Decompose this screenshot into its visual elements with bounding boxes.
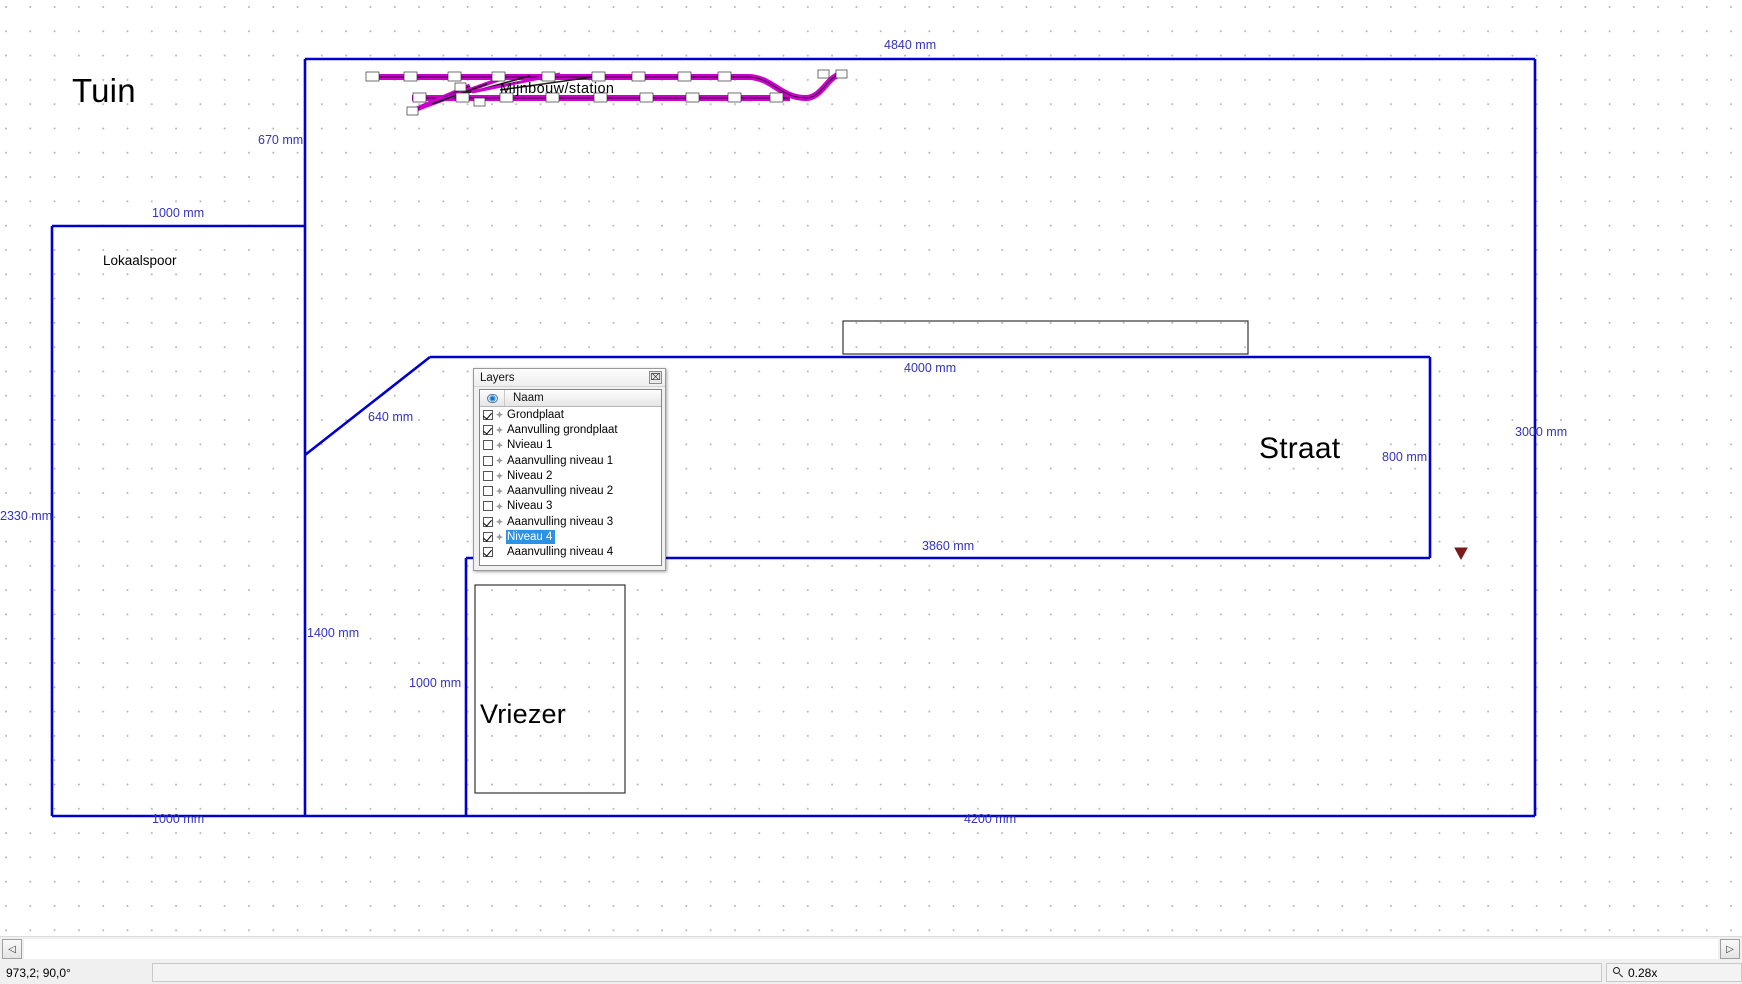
visibility-column-header[interactable] [480, 390, 505, 406]
dimension-3000: 3000 mm [1515, 425, 1568, 439]
layer-visibility-checkbox[interactable] [483, 455, 493, 466]
dimension-2330: 2330 mm [0, 509, 53, 523]
layer-marker-icon [496, 411, 503, 419]
layers-panel[interactable]: Layers ⌧ Naam Grondplaat Aanvulling grond… [473, 368, 666, 571]
magnifier-icon [1613, 967, 1624, 978]
layer-visibility-checkbox[interactable] [483, 409, 493, 420]
status-coordinates: 973,2; 90,0° [6, 965, 71, 980]
layers-list-container[interactable]: Naam Grondplaat Aanvulling grondplaat Nvie… [479, 389, 662, 566]
dimension-4840: 4840 mm [884, 38, 937, 52]
layer-name-label: Aaanvulling niveau 1 [507, 454, 614, 467]
status-bar: 973,2; 90,0° 0.28x [0, 961, 1742, 984]
dimension-3860: 3860 mm [922, 539, 975, 553]
layer-visibility-checkbox[interactable] [483, 532, 493, 543]
dimension-4000: 4000 mm [904, 361, 957, 375]
dimension-640: 640 mm [368, 410, 414, 424]
dimension-800: 800 mm [1382, 450, 1428, 464]
layer-visibility-checkbox[interactable] [483, 470, 493, 481]
layers-list: Grondplaat Aanvulling grondplaat Nvieau 1 A… [480, 407, 661, 560]
layer-row[interactable]: Aaanvulling niveau 4 [480, 545, 661, 560]
layer-visibility-checkbox[interactable] [483, 440, 493, 451]
layer-visibility-checkbox[interactable] [483, 547, 493, 558]
layer-row[interactable]: Niveau 3 [480, 499, 661, 514]
layer-name-label: Aaanvulling niveau 4 [507, 546, 614, 559]
layer-row[interactable]: Aaanvulling niveau 1 [480, 453, 661, 468]
room-label-mijnbouw-station: Mijnbouw/station [500, 81, 615, 97]
layer-name-label: Aanvulling grondplaat [507, 423, 618, 436]
room-label-lokaalspoor: Lokaalspoor [103, 253, 177, 268]
close-icon[interactable]: ⌧ [649, 371, 662, 384]
layer-row[interactable]: Aaanvulling niveau 3 [480, 514, 661, 529]
layer-marker-icon [496, 502, 503, 510]
room-label-straat: Straat [1259, 432, 1341, 465]
name-column-header[interactable]: Naam [505, 392, 661, 404]
dimension-1000-bottom: 1000 mm [152, 812, 205, 826]
layers-panel-titlebar[interactable]: Layers ⌧ [474, 369, 665, 387]
layer-row[interactable]: Aanvulling grondplaat [480, 422, 661, 437]
dimension-1000-top: 1000 mm [152, 206, 205, 220]
scroll-right-icon[interactable]: ▷ [1720, 939, 1740, 959]
layers-panel-title: Layers [480, 371, 515, 384]
layer-name-label: Aaanvulling niveau 2 [507, 485, 614, 498]
layer-row[interactable]: Niveau 4 [480, 529, 661, 545]
layer-marker-icon [496, 426, 503, 434]
application-window: Tuin Straat Vriezer Lokaalspoor Mijnbouw… [0, 0, 1742, 984]
eye-icon [486, 393, 498, 403]
layers-list-header: Naam [480, 390, 661, 407]
zoom-value: 0.28x [1628, 965, 1658, 980]
dimension-670: 670 mm [258, 133, 304, 147]
room-label-vriezer: Vriezer [480, 699, 566, 729]
object-box-vriezer [474, 584, 626, 794]
layer-name-label: Niveau 4 [506, 530, 556, 545]
layer-row[interactable]: Grondplaat [480, 407, 661, 422]
dimension-1000-mid: 1000 mm [409, 676, 462, 690]
layer-marker-icon [496, 441, 503, 449]
layer-name-label: Niveau 2 [507, 469, 553, 482]
layer-visibility-checkbox[interactable] [483, 501, 493, 512]
layer-name-label: Grondplaat [507, 408, 564, 421]
layer-row[interactable]: Niveau 2 [480, 468, 661, 483]
layer-marker-icon [496, 533, 503, 541]
layer-visibility-checkbox[interactable] [483, 486, 493, 497]
scroll-left-icon[interactable]: ◁ [2, 939, 22, 959]
horizontal-scrollbar[interactable]: ◁ ▷ [0, 936, 1742, 961]
layer-marker-icon [496, 457, 503, 465]
layer-marker-icon [496, 518, 503, 526]
layer-name-label: Aaanvulling niveau 3 [507, 515, 614, 528]
scrollbar-track[interactable] [24, 939, 1718, 959]
layer-marker-icon [496, 472, 503, 480]
status-zoom-level[interactable]: 0.28x [1606, 963, 1742, 982]
status-message [152, 963, 1602, 982]
room-label-tuin: Tuin [72, 72, 136, 109]
origin-marker-icon [1454, 547, 1468, 561]
dimension-1400: 1400 mm [307, 626, 360, 640]
object-box-top [842, 320, 1249, 355]
drawing-canvas[interactable]: Tuin Straat Vriezer Lokaalspoor Mijnbouw… [0, 0, 1742, 936]
layer-row[interactable]: Nvieau 1 [480, 438, 661, 453]
layer-name-label: Niveau 3 [507, 500, 553, 513]
dimension-4200: 4200 mm [964, 812, 1017, 826]
layer-visibility-checkbox[interactable] [483, 516, 493, 527]
layer-marker-icon [496, 487, 503, 495]
layer-name-label: Nvieau 1 [507, 439, 553, 452]
layer-visibility-checkbox[interactable] [483, 424, 493, 435]
layer-row[interactable]: Aaanvulling niveau 2 [480, 483, 661, 498]
